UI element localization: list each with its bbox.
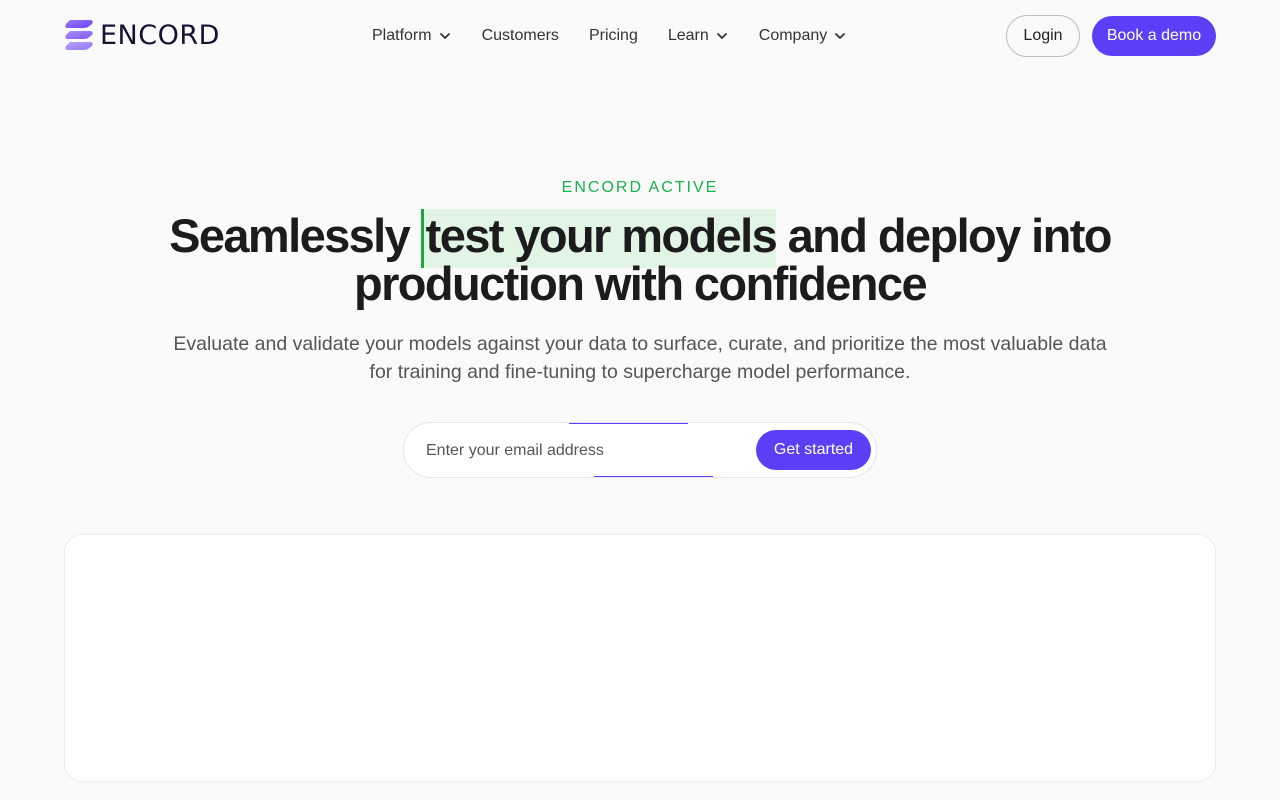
main-menu: Platform Customers Pricing Learn Company (372, 24, 847, 48)
hero-headline: Seamlessly test your models and deploy i… (140, 209, 1140, 308)
encord-logo[interactable]: ENCORD (64, 18, 220, 52)
email-signup-form: Get started (403, 422, 877, 478)
book-demo-button[interactable]: Book a demo (1092, 16, 1216, 56)
nav-company[interactable]: Company (759, 27, 847, 45)
hero-eyebrow: ENCORD ACTIVE (561, 179, 719, 196)
nav-platform-label: Platform (372, 27, 432, 44)
decorative-line (569, 423, 688, 424)
chevron-down-icon (716, 33, 727, 39)
nav-pricing[interactable]: Pricing (589, 27, 638, 45)
nav-platform[interactable]: Platform (372, 27, 452, 45)
nav-pricing-label: Pricing (588, 27, 638, 44)
login-button[interactable]: Login (1006, 15, 1080, 57)
chevron-down-icon (439, 33, 450, 39)
logo-wordmark: ENCORD (100, 19, 220, 51)
nav-customers[interactable]: Customers (482, 27, 559, 45)
hero-subtitle: Evaluate and validate your models agains… (173, 333, 1107, 383)
get-started-button[interactable]: Get started (756, 430, 871, 470)
nav-customers-label: Customers (481, 27, 559, 44)
nav-learn-label: Learn (667, 27, 709, 44)
decorative-line (594, 476, 713, 477)
encord-logo-icon (65, 20, 93, 50)
nav-company-label: Company (758, 27, 828, 44)
headline-pre: Seamlessly (169, 209, 421, 262)
product-preview-card (64, 534, 1216, 782)
nav-learn[interactable]: Learn (668, 27, 729, 45)
email-input[interactable] (426, 439, 726, 463)
top-nav: ENCORD Platform Customers Pricing Learn … (0, 0, 1280, 72)
chevron-down-icon (835, 33, 846, 39)
